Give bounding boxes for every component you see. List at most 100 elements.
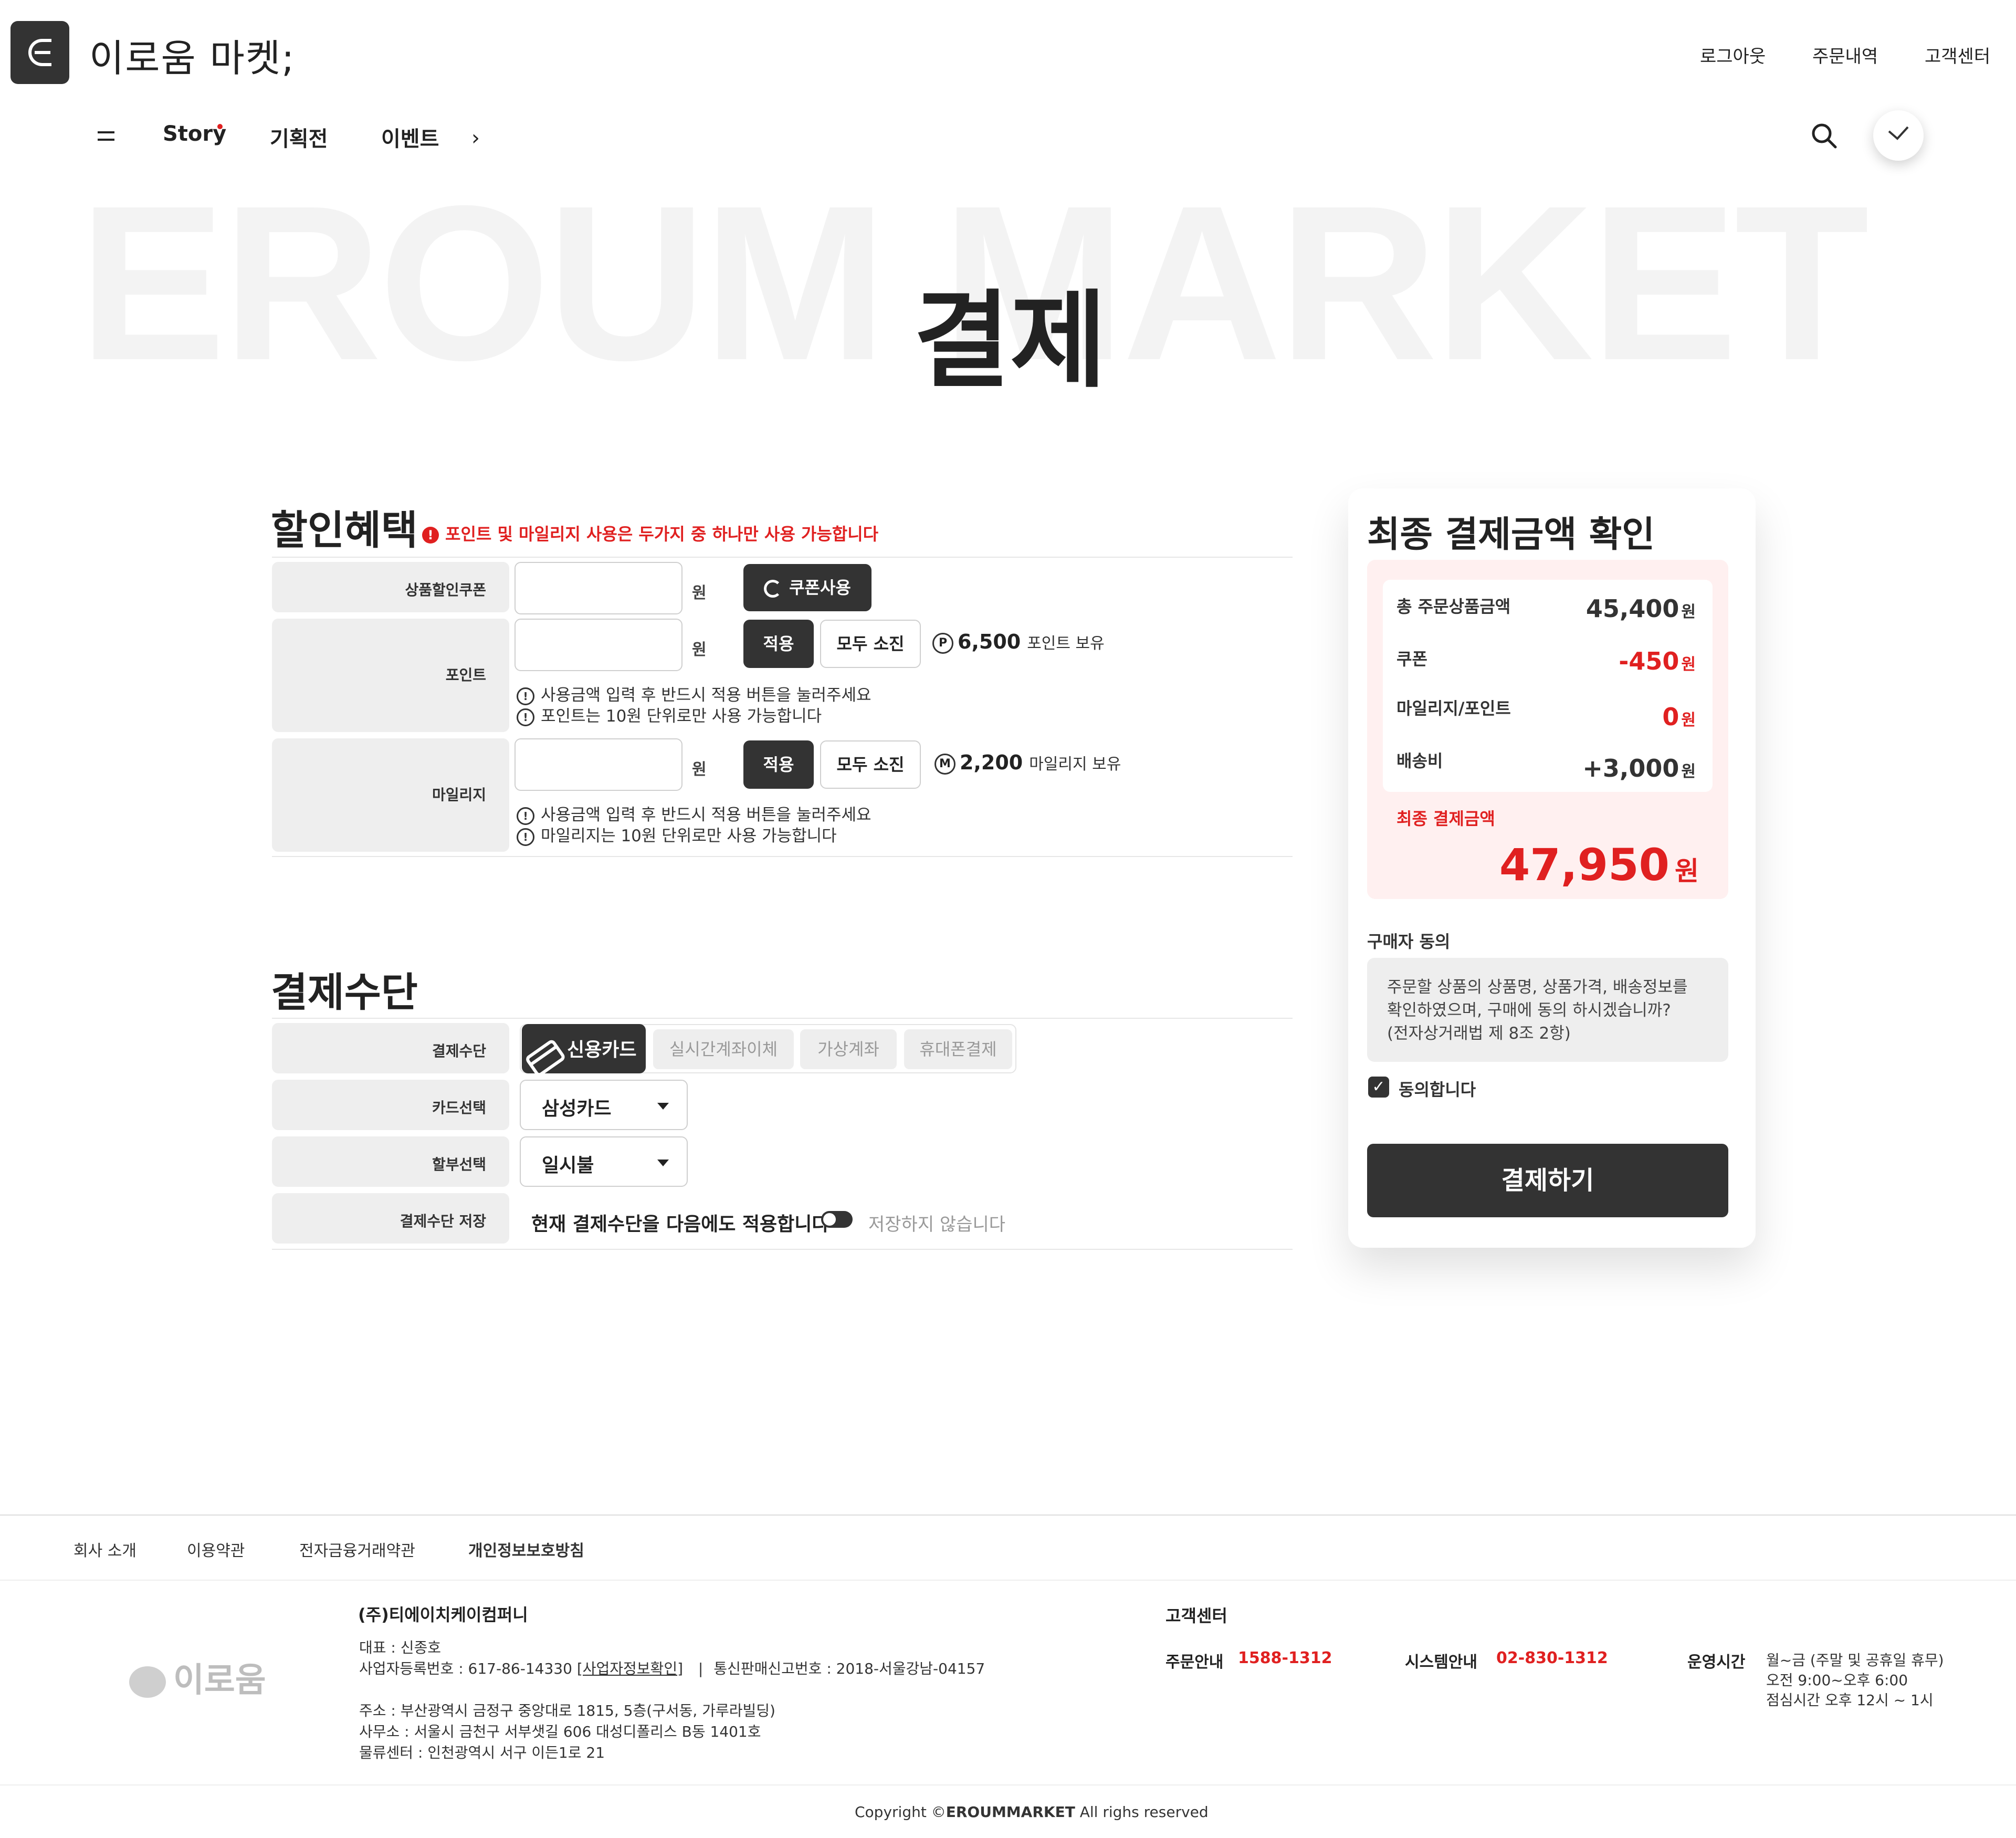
menu-icon[interactable] <box>98 131 114 133</box>
logo-text[interactable]: 이로움 마켓; <box>89 27 295 82</box>
card-select-label-cell: 카드선택 <box>272 1080 509 1130</box>
nav-event[interactable]: 이벤트 <box>381 122 439 152</box>
caret-down-icon <box>657 1103 669 1110</box>
mileage-apply-button[interactable]: 적용 <box>743 740 814 789</box>
coupon-amount-input[interactable] <box>514 562 682 614</box>
point-apply-button[interactable]: 적용 <box>743 620 814 668</box>
mileage-label-cell: 마일리지 <box>272 738 509 852</box>
save-method-state: 저장하지 않습니다 <box>868 1214 1006 1235</box>
footer-system-label: 시스템안내 <box>1405 1653 1477 1672</box>
footer-office: 사무소 : 서울시 금천구 서부샛길 606 대성디폴리스 B동 1401호 <box>359 1723 761 1740</box>
payment-method-label-cell: 결제수단 <box>272 1023 509 1073</box>
logo-e-icon <box>28 39 51 66</box>
discount-warning: ! 포인트 및 마일리지 사용은 두가지 중 하나만 사용 가능합니다 <box>422 521 878 545</box>
payment-heading: 결제수단 <box>271 969 418 1016</box>
summary-value-total: 45,400 원 <box>1586 594 1696 623</box>
menu-icon-bar <box>98 139 114 141</box>
summary-label-mileage-point: 마일리지/포인트 <box>1396 698 1511 718</box>
tab-credit-card[interactable]: 신용카드 <box>522 1024 646 1073</box>
point-use-all-button[interactable]: 모두 소진 <box>820 620 921 668</box>
mileage-note-2: ! 마일리지는 10원 단위로만 사용 가능합니다 <box>517 822 837 846</box>
point-balance: P 6,500 포인트 보유 <box>932 630 1105 654</box>
coupon-use-button[interactable]: 쿠폰사용 <box>743 564 872 611</box>
footer-link-efinance-terms[interactable]: 전자금융거래약관 <box>299 1538 415 1561</box>
save-method-toggle[interactable] <box>821 1211 853 1228</box>
page-title: 결제 <box>914 280 1107 402</box>
divider <box>272 1249 1293 1250</box>
coupon-unit: 원 <box>692 584 707 602</box>
coupon-label-cell: 상품할인쿠폰 <box>272 562 509 612</box>
tab-mobile-payment[interactable]: 휴대폰결제 <box>904 1029 1012 1069</box>
buyer-agreement-heading: 구매자 동의 <box>1367 932 1451 952</box>
final-amount-value: 47,950 원 <box>1499 839 1699 891</box>
final-amount-label: 최종 결제금액 <box>1396 809 1495 829</box>
customer-center-link[interactable]: 고객센터 <box>1925 42 1990 68</box>
tab-realtime-transfer[interactable]: 실시간계좌이체 <box>653 1029 794 1069</box>
pay-button[interactable]: 결제하기 <box>1367 1144 1728 1217</box>
nav-story[interactable]: Story <box>163 122 226 146</box>
footer-hours-2: 오전 9:00~오후 6:00 <box>1766 1672 1908 1689</box>
mileage-use-all-button[interactable]: 모두 소진 <box>820 740 921 789</box>
info-icon: ! <box>517 708 534 726</box>
summary-label-coupon: 쿠폰 <box>1396 649 1427 669</box>
footer-link-company[interactable]: 회사 소개 <box>74 1538 136 1561</box>
new-badge-dot <box>217 124 223 129</box>
footer-biz-info: 사업자등록번호 : 617-86-14330 [사업자정보확인] | 통신판매신고… <box>359 1660 985 1677</box>
recent-view-icon[interactable] <box>1873 110 1924 161</box>
point-unit: 원 <box>692 641 707 659</box>
footer-order-phone[interactable]: 1588-1312 <box>1238 1649 1332 1667</box>
footer-company-name: (주)티에이치케이컴퍼니 <box>358 1605 528 1625</box>
logo-mark[interactable] <box>10 21 69 84</box>
card-select-dropdown[interactable]: 삼성카드 <box>520 1080 688 1130</box>
tab-virtual-account[interactable]: 가상계좌 <box>800 1029 897 1069</box>
point-note-1: ! 사용금액 입력 후 반드시 적용 버튼을 눌러주세요 <box>517 682 872 705</box>
logout-link[interactable]: 로그아웃 <box>1700 42 1766 68</box>
footer-link-terms[interactable]: 이용약관 <box>187 1538 245 1561</box>
chevron-right-icon[interactable]: › <box>471 126 480 150</box>
credit-card-icon <box>526 1040 565 1073</box>
point-coin-icon: P <box>932 632 953 654</box>
divider <box>272 856 1293 857</box>
biz-info-check-link[interactable]: [사업자정보확인] <box>577 1660 683 1677</box>
footer-divider <box>0 1580 2016 1581</box>
installment-label-cell: 할부선택 <box>272 1136 509 1187</box>
installment-select-dropdown[interactable]: 일시불 <box>520 1136 688 1187</box>
footer-copyright: Copyright ©EROUMMARKET All righs reserve… <box>855 1803 1209 1821</box>
summary-label-shipping: 배송비 <box>1396 751 1443 771</box>
footer-hours-label: 운영시간 <box>1687 1653 1746 1672</box>
footer-system-phone[interactable]: 02-830-1312 <box>1496 1649 1608 1667</box>
summary-value-mileage-point: 0원 <box>1662 703 1696 731</box>
caret-down-icon <box>657 1160 669 1166</box>
summary-heading: 최종 결제금액 확인 <box>1367 514 1655 556</box>
footer-logo: 이로움 <box>129 1653 266 1701</box>
order-history-link[interactable]: 주문내역 <box>1812 42 1878 68</box>
footer-address: 주소 : 부산광역시 금정구 중앙대로 1815, 5층(구서동, 가루라빌딩) <box>359 1702 775 1719</box>
mileage-balance: M 2,200 마일리지 보유 <box>934 751 1121 775</box>
buyer-agreement-text-box: 주문할 상품의 상품명, 상품가격, 배송정보를 확인하였으며, 구매에 동의 … <box>1367 958 1728 1062</box>
agree-checkbox-label[interactable]: 동의합니다 <box>1399 1077 1476 1101</box>
footer-hours-3: 점심시간 오후 12시 ~ 1시 <box>1766 1691 1934 1709</box>
point-note-2: ! 포인트는 10원 단위로만 사용 가능합니다 <box>517 703 822 726</box>
search-icon[interactable] <box>1810 122 1838 149</box>
footer-top-line <box>0 1515 2016 1516</box>
agree-checkbox[interactable]: ✓ <box>1368 1077 1389 1098</box>
summary-value-coupon: -450 원 <box>1619 647 1696 675</box>
summary-value-shipping: +3,000 원 <box>1582 754 1696 782</box>
footer-logo-icon <box>129 1666 166 1698</box>
point-amount-input[interactable] <box>514 619 682 671</box>
save-method-label-cell: 결제수단 저장 <box>272 1193 509 1244</box>
divider <box>272 1018 1293 1019</box>
info-icon: ! <box>517 828 534 846</box>
toggle-knob <box>823 1213 836 1226</box>
coupon-icon <box>764 580 782 598</box>
save-method-text: 현재 결제수단을 다음에도 적용합니다 <box>531 1214 830 1235</box>
summary-label-total: 총 주문상품금액 <box>1396 597 1511 617</box>
mileage-note-1: ! 사용금액 입력 후 반드시 적용 버튼을 눌러주세요 <box>517 801 872 825</box>
mileage-unit: 원 <box>692 760 707 779</box>
footer-ceo: 대표 : 신종호 <box>359 1639 442 1656</box>
footer-hours-1: 월~금 (주말 및 공휴일 휴무) <box>1766 1652 1944 1669</box>
nav-exhibition[interactable]: 기획전 <box>270 122 328 152</box>
footer-link-privacy[interactable]: 개인정보보호방침 <box>468 1538 584 1561</box>
mileage-coin-icon: M <box>934 753 956 775</box>
mileage-amount-input[interactable] <box>514 738 682 791</box>
